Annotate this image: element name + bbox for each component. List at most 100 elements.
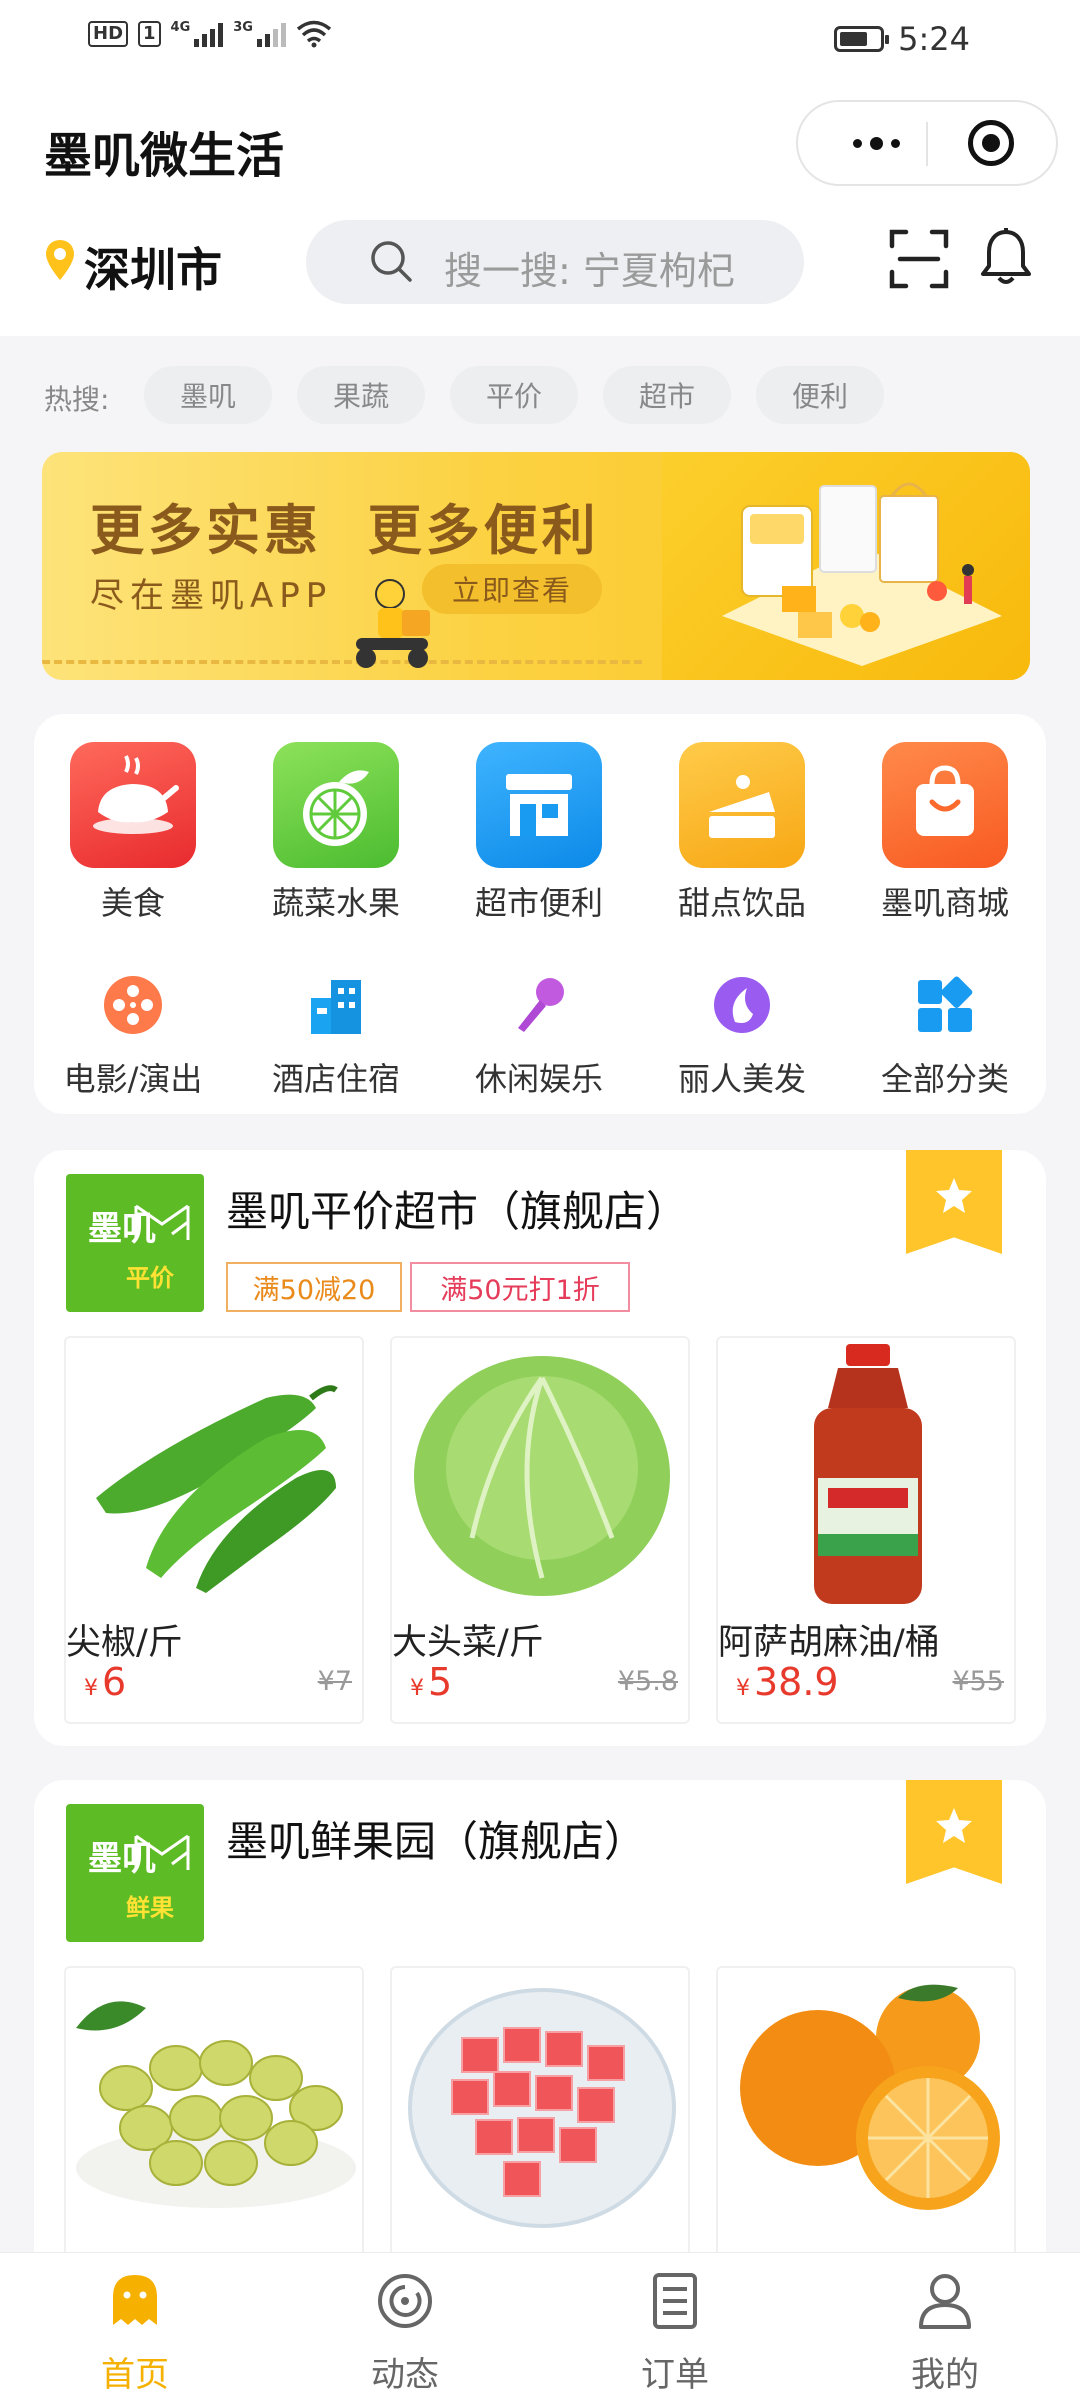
shop-logo[interactable]: 墨叽 平价 <box>66 1174 204 1312</box>
category-dessert[interactable]: 甜点饮品 <box>647 742 837 924</box>
banner-headline: 更多实惠 更多便利 <box>90 499 600 562</box>
film-reel-icon <box>104 976 162 1034</box>
hot-search-chip[interactable]: 平价 <box>450 366 578 424</box>
category-supermarket[interactable]: 超市便利 <box>444 742 634 924</box>
product-name: 大头菜/斤 <box>392 1623 544 1663</box>
microphone-icon <box>518 978 564 1032</box>
hot-search-chip[interactable]: 便利 <box>756 366 884 424</box>
home-mascot-icon <box>113 2275 157 2325</box>
tab-activity[interactable]: 动态 <box>305 2271 505 2396</box>
more-options-button[interactable] <box>826 102 926 184</box>
shop-logo-tag: 鲜果 <box>126 1894 174 1922</box>
store-icon <box>476 742 602 868</box>
category-fruit-veg[interactable]: 蔬菜水果 <box>241 742 431 924</box>
bottom-tab-bar: 首页 动态 订单 我的 <box>0 2252 1080 2401</box>
signal-icon <box>194 21 224 47</box>
activity-icon <box>378 2274 432 2328</box>
promo-banner[interactable]: 更多实惠 更多便利 尽在墨叽APP 立即查看 <box>42 452 1030 680</box>
status-bar: HD 1 4G 3G 5:24 <box>0 0 1080 80</box>
banner-subline: 尽在墨叽APP <box>90 576 333 616</box>
hd-indicator: HD <box>88 21 129 47</box>
oil-bottle-image <box>814 1344 922 1604</box>
status-left: HD 1 4G 3G <box>88 20 332 48</box>
category-movie[interactable]: 电影/演出 <box>38 974 228 1100</box>
orders-icon <box>653 2273 697 2329</box>
roast-chicken-icon <box>70 742 196 868</box>
search-icon <box>371 241 412 282</box>
app-title: 墨叽微生活 <box>44 128 285 184</box>
promo-tag: 满50元打1折 <box>410 1262 630 1312</box>
location-pin-icon[interactable] <box>44 238 76 282</box>
green-pepper-image <box>96 1385 338 1593</box>
product-price: ¥6 <box>84 1660 127 1704</box>
product-card[interactable]: 尖椒/斤 ¥6 ¥7 <box>64 1336 364 1724</box>
notification-bell-icon[interactable] <box>978 226 1034 288</box>
product-original-price: ¥7 <box>317 1666 352 1697</box>
shop-name[interactable]: 墨叽鲜果园（旗舰店） <box>226 1808 646 1869</box>
category-label: 酒店住宿 <box>271 1060 400 1098</box>
product-name: 尖椒/斤 <box>66 1623 183 1663</box>
signal-icon-2 <box>256 21 286 47</box>
search-input[interactable]: 搜一搜: 宁夏枸杞 <box>306 220 804 304</box>
status-right: 5:24 <box>834 20 970 58</box>
hot-search-chip[interactable]: 墨叽 <box>144 366 272 424</box>
tab-label: 首页 <box>101 2355 169 2395</box>
promo-tag: 满50减20 <box>226 1262 402 1312</box>
category-label: 丽人美发 <box>677 1060 806 1098</box>
battery-icon <box>834 26 890 52</box>
scan-icon[interactable] <box>888 228 950 290</box>
product-card[interactable]: 阿萨胡麻油/桶 ¥38.9 ¥55 <box>716 1336 1016 1724</box>
shop-logo-tag: 平价 <box>126 1264 174 1292</box>
tab-label: 订单 <box>641 2355 709 2395</box>
tab-label: 我的 <box>911 2355 979 2395</box>
tab-orders[interactable]: 订单 <box>575 2271 775 2396</box>
cabbage-image <box>414 1356 670 1596</box>
category-label: 墨叽商城 <box>880 884 1009 922</box>
close-mini-program-button[interactable] <box>968 120 1014 166</box>
product-original-price: ¥5.8 <box>617 1666 678 1697</box>
tab-home[interactable]: 首页 <box>35 2271 235 2396</box>
category-label: 甜点饮品 <box>677 884 806 922</box>
network-type-2: 3G <box>233 20 253 35</box>
hotel-building-icon <box>311 980 361 1034</box>
mini-program-capsule <box>796 100 1058 186</box>
category-label: 美食 <box>100 884 165 922</box>
category-mall[interactable]: 墨叽商城 <box>850 742 1040 924</box>
city-selector[interactable]: 深圳市 <box>84 234 222 300</box>
search-placeholder: 搜一搜: 宁夏枸杞 <box>444 249 735 293</box>
capsule-divider <box>926 122 928 166</box>
category-leisure[interactable]: 休闲娱乐 <box>444 974 634 1100</box>
tab-profile[interactable]: 我的 <box>845 2271 1045 2396</box>
hot-search-chip[interactable]: 超市 <box>603 366 731 424</box>
network-type-1: 4G <box>170 20 191 35</box>
shop-logo[interactable]: 墨叽 鲜果 <box>66 1804 204 1942</box>
shopping-bag-icon <box>882 742 1008 868</box>
grid-categories-icon <box>918 976 973 1032</box>
profile-icon <box>919 2274 971 2329</box>
green-olives-image <box>76 2001 356 2208</box>
product-card[interactable]: 大头菜/斤 ¥5 ¥5.8 <box>390 1336 690 1724</box>
sim-indicator: 1 <box>138 21 161 47</box>
category-food[interactable]: 美食 <box>38 742 228 924</box>
category-label: 电影/演出 <box>63 1060 203 1098</box>
product-price: ¥5 <box>410 1660 453 1704</box>
shop-name[interactable]: 墨叽平价超市（旗舰店） <box>226 1178 688 1239</box>
hot-search-chip[interactable]: 果蔬 <box>297 366 425 424</box>
star-icon <box>936 1808 972 1843</box>
banner-view-button[interactable]: 立即查看 <box>422 564 602 614</box>
category-hotel[interactable]: 酒店住宿 <box>241 974 431 1100</box>
tab-label: 动态 <box>371 2355 439 2395</box>
wifi-icon <box>296 20 332 48</box>
oranges-image <box>740 1984 1000 2210</box>
category-beauty[interactable]: 丽人美发 <box>647 974 837 1100</box>
category-all[interactable]: 全部分类 <box>850 974 1040 1100</box>
category-label: 蔬菜水果 <box>271 884 400 922</box>
product-name: 阿萨胡麻油/桶 <box>718 1623 940 1663</box>
beauty-icon <box>714 977 770 1033</box>
watermelon-cubes-image <box>408 1988 676 2228</box>
orange-fruit-icon <box>273 742 399 868</box>
shopping-illustration <box>722 482 1002 666</box>
category-label: 休闲娱乐 <box>474 1060 603 1098</box>
product-original-price: ¥55 <box>952 1666 1004 1697</box>
hot-search-label: 热搜: <box>44 383 110 416</box>
